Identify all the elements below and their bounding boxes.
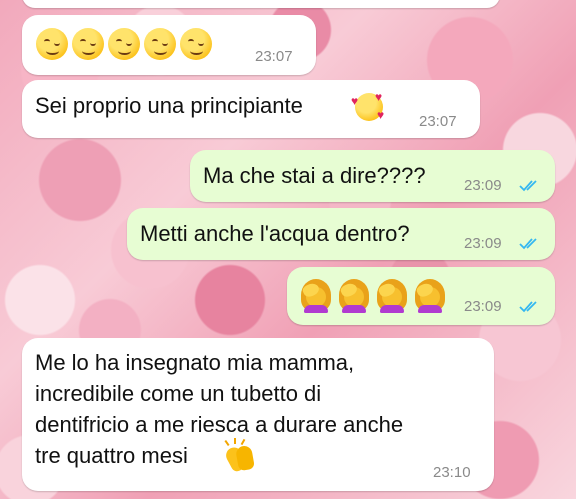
woman-facepalming-icon: [375, 279, 409, 313]
message-timestamp: 23:10: [433, 464, 471, 481]
read-receipt-icon: [519, 238, 537, 250]
message-timestamp: 23:09: [464, 298, 502, 315]
message-bubble-outgoing[interactable]: Ma che stai a dire???? 23:09: [190, 150, 555, 202]
message-text: Sei proprio una principiante: [35, 93, 303, 118]
emoji-row: [36, 28, 216, 60]
message-text-line: dentifricio a me riesca a durare anche: [35, 412, 404, 437]
emoji-row: [299, 279, 451, 313]
message-bubble-incoming[interactable]: Sei proprio una principiante ♥ ♥ ♥ 23:07: [22, 80, 480, 138]
winking-face-icon: [144, 28, 176, 60]
winking-face-icon: [36, 28, 68, 60]
message-text-line: tre quattro mesi: [35, 443, 188, 468]
message-bubble-incoming[interactable]: Me lo ha insegnato mia mamma, incredibil…: [22, 338, 494, 491]
read-receipt-icon: [519, 180, 537, 192]
woman-facepalming-icon: [337, 279, 371, 313]
message-timestamp: 23:09: [464, 177, 502, 194]
message-bubble-incoming[interactable]: 23:07: [22, 15, 316, 75]
message-bubble-cutoff[interactable]: [22, 0, 500, 8]
woman-facepalming-icon: [413, 279, 447, 313]
message-bubble-outgoing[interactable]: Metti anche l'acqua dentro? 23:09: [127, 208, 555, 260]
message-timestamp: 23:09: [464, 235, 502, 252]
message-text: Metti anche l'acqua dentro?: [140, 221, 410, 246]
winking-face-icon: [72, 28, 104, 60]
message-text-line: incredibile come un tubetto di: [35, 381, 322, 406]
winking-face-icon: [180, 28, 212, 60]
message-timestamp: 23:07: [419, 113, 457, 130]
message-text-line: Me lo ha insegnato mia mamma,: [35, 350, 355, 375]
woman-facepalming-icon: [299, 279, 333, 313]
read-receipt-icon: [519, 301, 537, 313]
winking-face-icon: [108, 28, 140, 60]
message-text: Ma che stai a dire????: [203, 163, 426, 188]
smiling-face-with-hearts-icon: ♥ ♥ ♥: [351, 90, 385, 122]
clapping-hands-icon: [222, 438, 256, 474]
message-timestamp: 23:07: [255, 48, 293, 65]
message-bubble-outgoing[interactable]: 23:09: [287, 267, 555, 325]
